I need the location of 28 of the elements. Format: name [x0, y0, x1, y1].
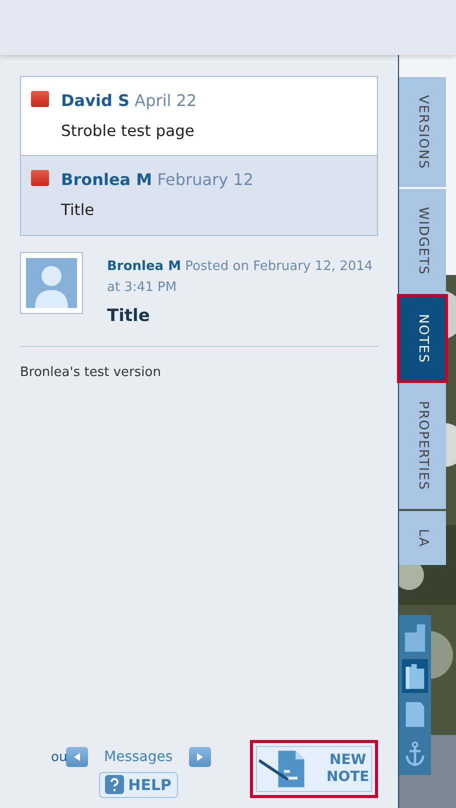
left-arrow-icon [72, 752, 82, 762]
previous-button[interactable] [66, 747, 88, 767]
wide-layout-button[interactable] [402, 659, 428, 693]
note-header: Bronlea M February 12 [61, 169, 254, 192]
note-title: Title [107, 304, 151, 328]
note-item[interactable]: Bronlea M February 12 Title [21, 155, 377, 234]
note-header: David S April 22 [61, 90, 197, 112]
right-arrow-icon [194, 752, 205, 762]
new-note-button[interactable]: NEW NOTE [250, 740, 378, 798]
side-tab[interactable]: VERSIONS [399, 77, 446, 188]
next-button[interactable] [188, 747, 211, 767]
note-item-title: Stroble test page [61, 121, 196, 142]
flag-icon [31, 91, 49, 107]
flag-icon [31, 170, 49, 186]
help-button[interactable]: HELP [99, 772, 178, 798]
help-icon [105, 775, 124, 794]
side-tab[interactable]: NOTES [399, 296, 446, 381]
note-body: Bronlea's test version [20, 364, 162, 382]
note-item[interactable]: David S April 22 Stroble test page [21, 77, 377, 156]
narrow-layout-icon [404, 622, 426, 654]
post-meta: Bronlea M Posted on February 12, 2014 at 3:41 PM [107, 258, 374, 296]
side-tab[interactable]: PROPERTIES [399, 383, 446, 508]
note-item-title: Title [61, 200, 96, 222]
overlap-text: ou [51, 751, 68, 764]
side-tab[interactable]: WIDGETS [399, 189, 446, 294]
messages-label: Messages [103, 748, 174, 766]
side-tab[interactable]: LA [399, 510, 446, 565]
avatar-icon [26, 258, 77, 308]
